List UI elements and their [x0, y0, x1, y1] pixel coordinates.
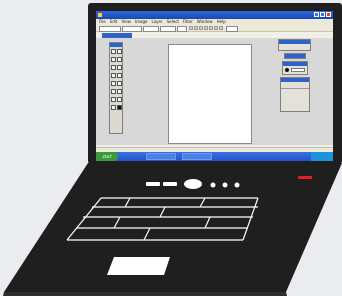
speaker-grille-right [163, 182, 177, 186]
power-button [184, 179, 202, 189]
power-led [298, 176, 312, 179]
indicator-light [234, 182, 240, 188]
touchpad [107, 257, 170, 275]
indicator-light [210, 182, 216, 188]
indicator-light [222, 182, 228, 188]
laptop-base-graphic [3, 163, 342, 296]
laptop-front-edge [3, 292, 287, 296]
speaker-grille-left [146, 182, 160, 186]
